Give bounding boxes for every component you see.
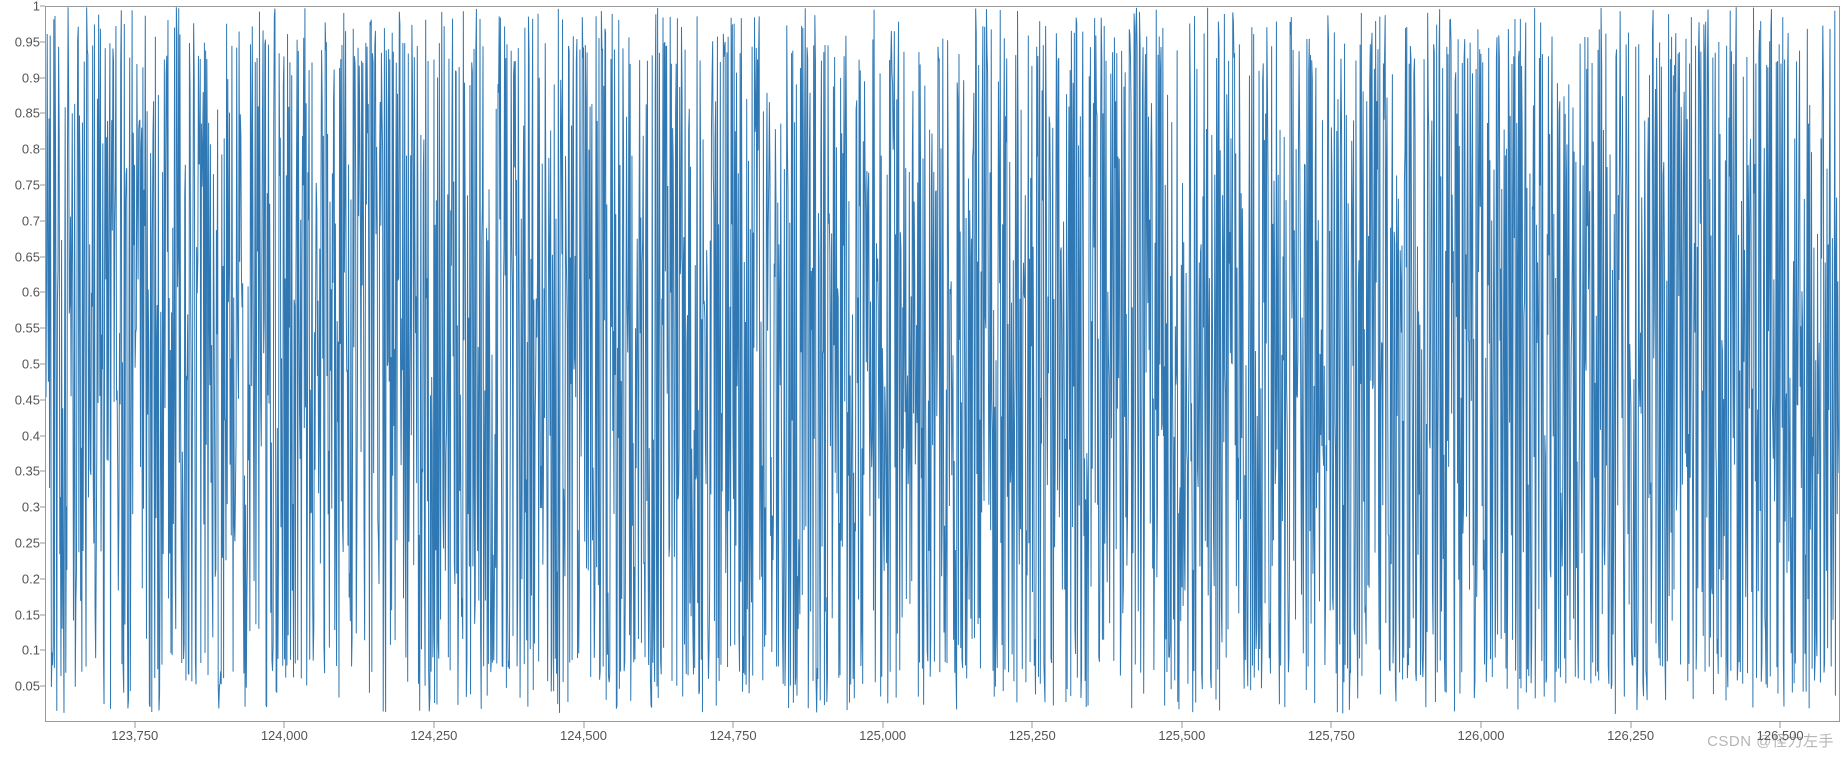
y-tick-mark [40,220,45,221]
y-tick-label: 0.8 [4,142,40,157]
x-tick-label: 124,500 [560,728,607,743]
y-tick-label: 1 [4,0,40,14]
x-tick-mark [1481,722,1482,728]
y-tick-mark [40,435,45,436]
x-tick-mark [733,722,734,728]
y-tick-label: 0.25 [4,536,40,551]
x-tick-label: 124,250 [410,728,457,743]
x-tick-label: 125,500 [1158,728,1205,743]
y-tick-mark [40,113,45,114]
y-tick-mark [40,185,45,186]
y-tick-label: 0.5 [4,357,40,372]
x-tick-mark [433,722,434,728]
x-tick-label: 123,750 [111,728,158,743]
y-tick-label: 0.05 [4,679,40,694]
y-tick-mark [40,543,45,544]
y-tick-mark [40,364,45,365]
y-tick-label: 0.6 [4,285,40,300]
y-tick-label: 0.7 [4,213,40,228]
x-tick-mark [1780,722,1781,728]
x-tick-mark [1331,722,1332,728]
plot-area[interactable] [45,6,1840,722]
y-tick-label: 0.15 [4,607,40,622]
y-tick-mark [40,578,45,579]
x-tick-mark [882,722,883,728]
y-tick-label: 0.1 [4,643,40,658]
y-tick-mark [40,650,45,651]
y-tick-label: 0.2 [4,571,40,586]
y-tick-mark [40,292,45,293]
y-tick-mark [40,77,45,78]
y-tick-mark [40,149,45,150]
y-tick-mark [40,256,45,257]
y-tick-label: 0.75 [4,178,40,193]
line-series [46,7,1839,721]
y-tick-label: 0.45 [4,392,40,407]
x-tick-mark [1181,722,1182,728]
x-tick-label: 126,000 [1458,728,1505,743]
y-tick-mark [40,686,45,687]
x-tick-label: 126,250 [1607,728,1654,743]
x-tick-mark [583,722,584,728]
x-tick-label: 125,250 [1009,728,1056,743]
x-tick-mark [284,722,285,728]
y-tick-mark [40,507,45,508]
y-tick-mark [40,328,45,329]
x-tick-label: 125,000 [859,728,906,743]
y-tick-label: 0.65 [4,249,40,264]
y-tick-label: 0.85 [4,106,40,121]
y-tick-mark [40,471,45,472]
y-tick-label: 0.9 [4,70,40,85]
x-tick-mark [1630,722,1631,728]
x-tick-label: 125,750 [1308,728,1355,743]
series-1-polyline [46,7,1839,714]
y-tick-mark [40,399,45,400]
x-tick-mark [134,722,135,728]
x-tick-label: 126,500 [1757,728,1804,743]
y-tick-mark [40,614,45,615]
y-tick-label: 0.35 [4,464,40,479]
x-tick-label: 124,000 [261,728,308,743]
y-tick-mark [40,6,45,7]
x-tick-label: 124,750 [710,728,757,743]
chart-container: 0.05 0.1 0.15 0.2 0.25 0.3 0.35 0.4 0.45 0.5 0.55 0… [0,0,1846,767]
y-tick-mark [40,41,45,42]
y-tick-label: 0.55 [4,321,40,336]
y-tick-label: 0.95 [4,34,40,49]
x-tick-mark [1032,722,1033,728]
y-tick-label: 0.3 [4,500,40,515]
y-tick-label: 0.4 [4,428,40,443]
